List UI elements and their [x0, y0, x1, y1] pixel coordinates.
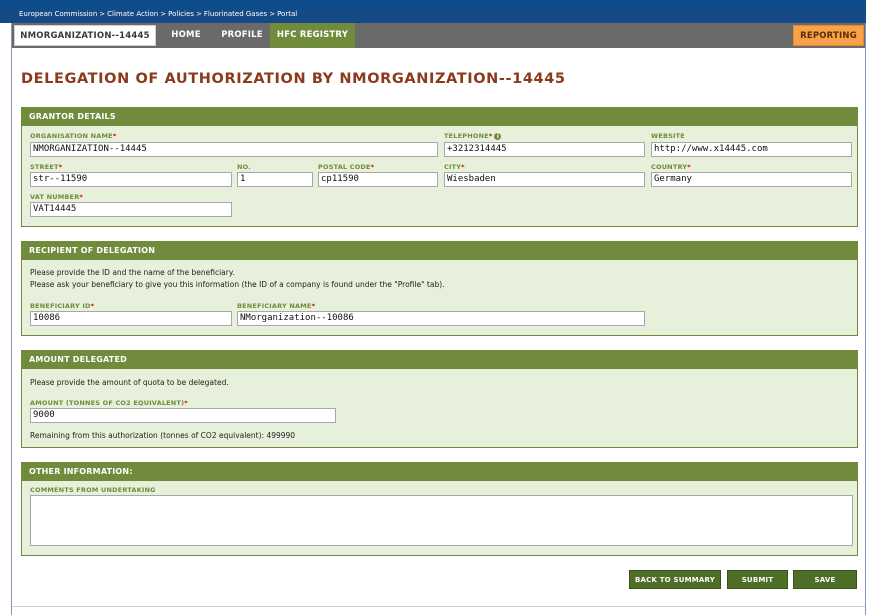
country-label: COUNTRY* [651, 163, 691, 171]
recipient-panel: RECIPIENT OF DELEGATION Please provide t… [21, 241, 858, 336]
street-label: STREET* [30, 163, 63, 171]
footer-divider [12, 606, 865, 607]
amount-instruction: Please provide the amount of quota to be… [30, 378, 229, 387]
city-label: CITY* [444, 163, 465, 171]
nav-org-name[interactable]: NMORGANIZATION--14445 [14, 25, 156, 46]
beneficiary-name-field[interactable]: NMorganization--10086 [237, 311, 645, 326]
breadcrumb: European Commission > Climate Action > Polic… [19, 10, 297, 18]
beneficiary-name-label: BENEFICIARY NAME* [237, 302, 316, 310]
breadcrumb-item-ec[interactable]: European Commission [19, 10, 97, 18]
country-field[interactable]: Germany [651, 172, 852, 187]
vat-field[interactable]: VAT14445 [30, 202, 232, 217]
right-margin [866, 0, 886, 615]
number-label: NO. [237, 163, 251, 171]
page-title: DELEGATION OF AUTHORIZATION BY NMORGANIZ… [21, 71, 566, 87]
breadcrumb-item-climate[interactable]: Climate Action [107, 10, 158, 18]
top-strip [0, 0, 886, 9]
breadcrumb-separator-icon: > [160, 10, 167, 18]
nav-reporting-button[interactable]: REPORTING [793, 25, 864, 46]
recipient-panel-header: RECIPIENT OF DELEGATION [22, 242, 857, 260]
amount-panel-header: AMOUNT DELEGATED [22, 351, 857, 369]
breadcrumb-separator-icon: > [269, 10, 276, 18]
breadcrumb-item-portal[interactable]: Portal [277, 10, 297, 18]
telephone-label: TELEPHONE* i [444, 132, 502, 140]
info-icon[interactable]: i [494, 132, 502, 140]
amount-label: AMOUNT (TONNES OF CO2 EQUIVALENT)* [30, 399, 188, 407]
org-name-label: ORGANISATION NAME* [30, 132, 117, 140]
left-border [11, 23, 12, 615]
other-info-panel-header: OTHER INFORMATION: [22, 463, 857, 481]
recipient-instruction-2: Please ask your beneficiary to give you … [30, 280, 445, 289]
beneficiary-id-label: BENEFICIARY ID* [30, 302, 95, 310]
other-info-panel: OTHER INFORMATION: COMMENTS FROM UNDERTA… [21, 462, 858, 556]
save-button[interactable]: SAVE [793, 570, 857, 589]
right-border [865, 23, 866, 615]
breadcrumb-separator-icon: > [99, 10, 106, 18]
main-nav: NMORGANIZATION--14445 HOME PROFILE HFC R… [12, 23, 865, 48]
website-label: WEBSITE [651, 132, 685, 140]
grantor-panel: GRANTOR DETAILS ORGANISATION NAME* NMORG… [21, 107, 858, 227]
website-field[interactable]: http://www.x14445.com [651, 142, 852, 157]
submit-button[interactable]: SUBMIT [727, 570, 788, 589]
comments-textarea[interactable] [30, 495, 853, 546]
postal-code-label: POSTAL CODE* [318, 163, 375, 171]
telephone-field[interactable]: +3212314445 [444, 142, 645, 157]
recipient-instruction-1: Please provide the ID and the name of th… [30, 268, 235, 277]
number-field[interactable]: 1 [237, 172, 313, 187]
breadcrumb-item-fgases[interactable]: Fluorinated Gases [204, 10, 267, 18]
amount-field[interactable]: 9000 [30, 408, 336, 423]
breadcrumb-item-policies[interactable]: Policies [168, 10, 194, 18]
remaining-amount-text: Remaining from this authorization (tonne… [30, 431, 296, 440]
page: European Commission > Climate Action > Polic… [0, 0, 886, 615]
back-to-summary-button[interactable]: BACK TO SUMMARY [629, 570, 721, 589]
nav-home-tab[interactable]: HOME [162, 23, 210, 48]
nav-hfc-registry-tab[interactable]: HFC REGISTRY [270, 23, 355, 48]
vat-label: VAT NUMBER* [30, 193, 84, 201]
grantor-panel-header: GRANTOR DETAILS [22, 108, 857, 126]
breadcrumb-separator-icon: > [196, 10, 202, 18]
postal-code-field[interactable]: cp11590 [318, 172, 438, 187]
amount-panel: AMOUNT DELEGATED Please provide the amou… [21, 350, 858, 448]
city-field[interactable]: Wiesbaden [444, 172, 645, 187]
beneficiary-id-field[interactable]: 10086 [30, 311, 232, 326]
street-field[interactable]: str--11590 [30, 172, 232, 187]
breadcrumb-bar: European Commission > Climate Action > Polic… [0, 9, 866, 23]
org-name-field[interactable]: NMORGANIZATION--14445 [30, 142, 438, 157]
nav-profile-tab[interactable]: PROFILE [215, 23, 269, 48]
comments-label: COMMENTS FROM UNDERTAKING [30, 486, 156, 494]
